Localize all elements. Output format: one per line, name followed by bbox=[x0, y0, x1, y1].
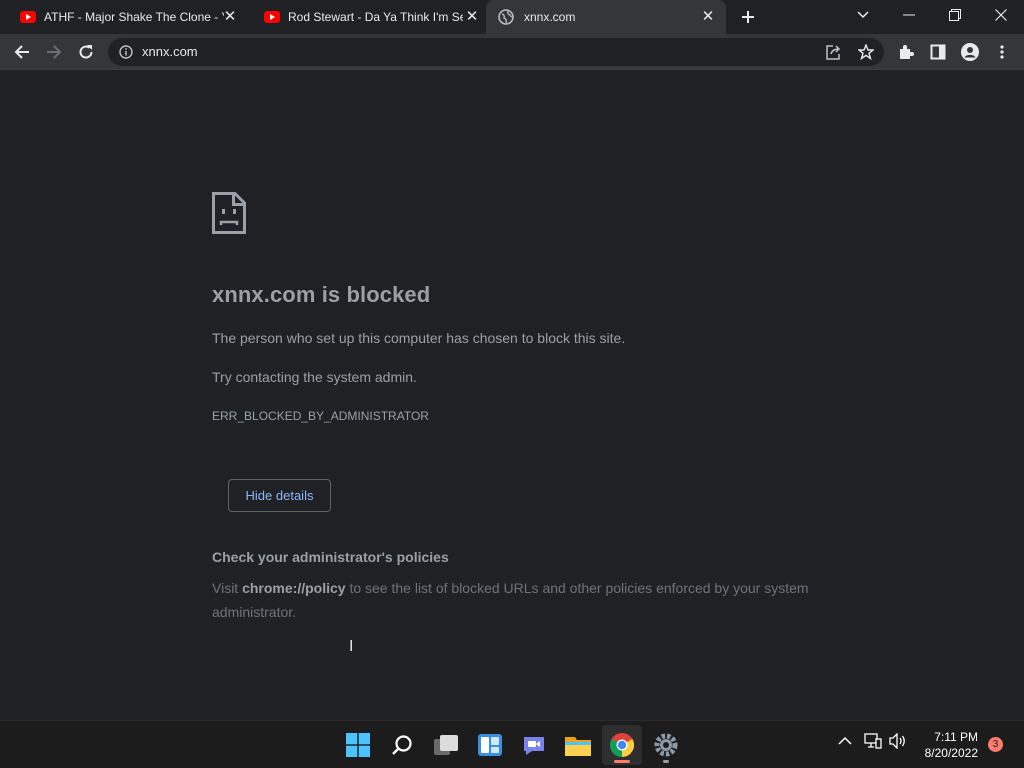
tab-search-button[interactable] bbox=[840, 0, 886, 30]
arrow-left-icon bbox=[14, 45, 29, 59]
close-tab-icon[interactable]: ✕ bbox=[464, 9, 480, 25]
widgets-icon bbox=[478, 734, 502, 756]
tab-rod-stewart[interactable]: Rod Stewart - Da Ya Think I'm Sexy ✕ bbox=[244, 0, 486, 34]
task-view-button[interactable] bbox=[426, 725, 466, 765]
puzzle-icon bbox=[900, 45, 914, 59]
hide-details-button[interactable]: Hide details bbox=[228, 479, 331, 512]
back-button[interactable] bbox=[8, 38, 36, 66]
task-view-icon bbox=[434, 735, 458, 755]
windows-taskbar: 7:11 PM 8/20/2022 3 bbox=[0, 720, 1024, 768]
plus-icon bbox=[742, 11, 754, 23]
reload-icon bbox=[79, 45, 93, 59]
tab-xnnx[interactable]: xnnx.com ✕ bbox=[486, 0, 726, 34]
chrome-icon bbox=[610, 733, 634, 757]
tab-title: Rod Stewart - Da Ya Think I'm Sexy bbox=[288, 10, 463, 24]
chrome-menu-button[interactable] bbox=[988, 38, 1016, 66]
arrow-right-icon bbox=[47, 45, 62, 59]
share-icon[interactable] bbox=[825, 45, 841, 60]
volume-icon bbox=[889, 732, 905, 750]
minimize-button[interactable] bbox=[886, 0, 932, 30]
new-tab-button[interactable] bbox=[736, 5, 760, 29]
minimize-icon bbox=[903, 14, 915, 16]
teams-chat-button[interactable] bbox=[514, 725, 554, 765]
address-bar-url: xnnx.com bbox=[142, 44, 198, 59]
search-icon bbox=[392, 735, 412, 755]
details-heading: Check your administrator's policies bbox=[212, 549, 449, 565]
chevron-up-icon bbox=[838, 736, 852, 745]
close-icon bbox=[995, 9, 1007, 21]
info-icon bbox=[119, 45, 133, 59]
windows-start-icon bbox=[346, 733, 370, 757]
close-window-button[interactable] bbox=[978, 0, 1024, 30]
side-panel-icon bbox=[930, 44, 946, 60]
error-suggestion: Try contacting the system admin. bbox=[212, 369, 417, 385]
show-hidden-icons-button[interactable] bbox=[838, 733, 852, 751]
active-app-indicator bbox=[614, 760, 630, 763]
tab-strip: ATHF - Major Shake The Clone - Y ✕ Rod S… bbox=[0, 0, 1024, 34]
profile-button[interactable] bbox=[956, 38, 984, 66]
file-explorer-button[interactable] bbox=[558, 725, 598, 765]
volume-button[interactable] bbox=[889, 732, 907, 754]
forward-button[interactable] bbox=[40, 38, 68, 66]
chrome-taskbar-button[interactable] bbox=[602, 725, 642, 765]
side-panel-button[interactable] bbox=[924, 38, 952, 66]
restore-button[interactable] bbox=[932, 0, 978, 30]
close-tab-icon[interactable]: ✕ bbox=[222, 9, 238, 25]
chevron-down-icon bbox=[857, 11, 869, 19]
extensions-button[interactable] bbox=[892, 38, 920, 66]
page-content: xnnx.com is blocked The person who set u… bbox=[0, 70, 1024, 720]
policy-link[interactable]: chrome://policy bbox=[242, 580, 345, 596]
notification-badge[interactable]: 3 bbox=[988, 737, 1003, 752]
globe-icon bbox=[498, 9, 514, 25]
file-explorer-icon bbox=[565, 737, 591, 756]
search-button[interactable] bbox=[382, 725, 422, 765]
start-button[interactable] bbox=[338, 725, 378, 765]
sad-document-icon bbox=[212, 192, 246, 234]
reload-button[interactable] bbox=[72, 38, 100, 66]
clock-date: 8/20/2022 bbox=[924, 746, 978, 760]
settings-taskbar-button[interactable] bbox=[646, 725, 686, 765]
network-button[interactable] bbox=[864, 733, 882, 754]
running-app-indicator bbox=[663, 760, 669, 763]
tab-title: xnnx.com bbox=[524, 10, 576, 24]
browser-toolbar: xnnx.com bbox=[0, 34, 1024, 70]
system-clock[interactable]: 7:11 PM 8/20/2022 bbox=[908, 729, 978, 761]
settings-icon bbox=[654, 733, 678, 757]
youtube-icon bbox=[20, 11, 36, 23]
details-prefix: Visit bbox=[212, 580, 243, 596]
star-icon[interactable] bbox=[858, 44, 874, 60]
details-text: Visit chrome://policy to see the list of… bbox=[212, 576, 812, 624]
network-icon bbox=[864, 733, 882, 749]
address-bar[interactable]: xnnx.com bbox=[108, 38, 884, 66]
restore-icon bbox=[949, 9, 961, 21]
error-message: The person who set up this computer has … bbox=[212, 330, 626, 346]
close-tab-icon[interactable]: ✕ bbox=[700, 9, 716, 25]
text-cursor-icon: I bbox=[349, 638, 354, 655]
teams-chat-icon bbox=[524, 737, 544, 755]
clock-time: 7:11 PM bbox=[934, 730, 978, 744]
error-code: ERR_BLOCKED_BY_ADMINISTRATOR bbox=[212, 409, 429, 423]
youtube-icon bbox=[264, 11, 280, 23]
profile-icon bbox=[961, 43, 979, 61]
tab-athf[interactable]: ATHF - Major Shake The Clone - Y ✕ bbox=[0, 0, 244, 34]
error-heading: xnnx.com is blocked bbox=[212, 282, 431, 307]
tab-title: ATHF - Major Shake The Clone - Y bbox=[44, 10, 224, 24]
widgets-button[interactable] bbox=[470, 725, 510, 765]
kebab-menu-icon bbox=[1000, 45, 1004, 59]
